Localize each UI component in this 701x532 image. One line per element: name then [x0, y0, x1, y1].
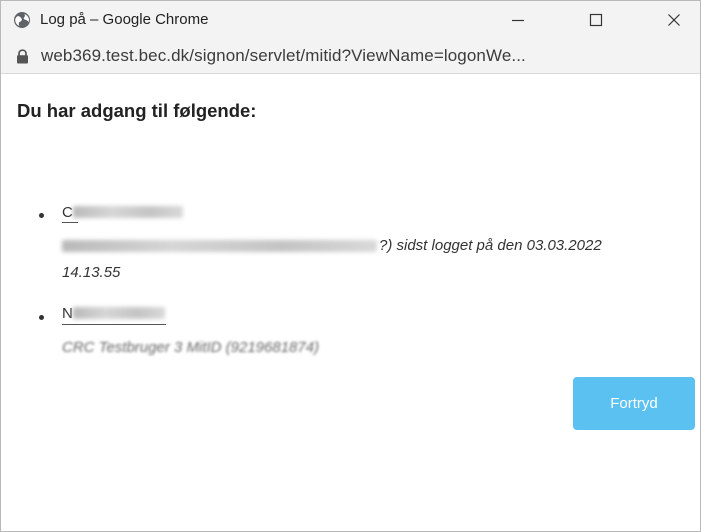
- window-title: Log på – Google Chrome: [40, 11, 209, 28]
- maximize-icon: [589, 13, 603, 27]
- page-heading: Du har adgang til følgende:: [17, 100, 257, 121]
- redacted-account-name: [73, 307, 165, 319]
- url-text: web369.test.bec.dk/signon/servlet/mitid?…: [41, 46, 526, 65]
- title-bar[interactable]: Log på – Google Chrome: [1, 1, 700, 39]
- page-content: Du har adgang til følgende: C ?) sidst l…: [1, 74, 700, 531]
- account-last-login-time: 14.13.55: [62, 264, 121, 281]
- lock-icon: [16, 49, 29, 64]
- browser-popup-window: Log på – Google Chrome web369.test.bec.d…: [0, 0, 701, 532]
- minimize-button[interactable]: [495, 1, 541, 39]
- globe-icon: [13, 11, 31, 29]
- minimize-icon: [512, 19, 524, 22]
- redacted-account-name: [73, 206, 183, 218]
- link-underline: [62, 324, 166, 325]
- address-bar[interactable]: web369.test.bec.dk/signon/servlet/mitid?…: [1, 39, 700, 74]
- close-button[interactable]: [651, 1, 697, 39]
- list-bullet: [39, 213, 44, 218]
- account-last-login: ?) sidst logget på den 03.03.2022: [379, 237, 602, 254]
- redacted-account-info: [62, 240, 377, 252]
- account-description: CRC Testbruger 3 MitID (9219681874): [62, 339, 320, 356]
- maximize-button[interactable]: [573, 1, 619, 39]
- cancel-button[interactable]: Fortryd: [573, 377, 695, 430]
- list-bullet: [39, 315, 44, 320]
- link-underline: [62, 222, 78, 223]
- account-name-initial: C: [62, 204, 73, 221]
- account-name-initial: N: [62, 305, 73, 322]
- close-icon: [668, 14, 680, 26]
